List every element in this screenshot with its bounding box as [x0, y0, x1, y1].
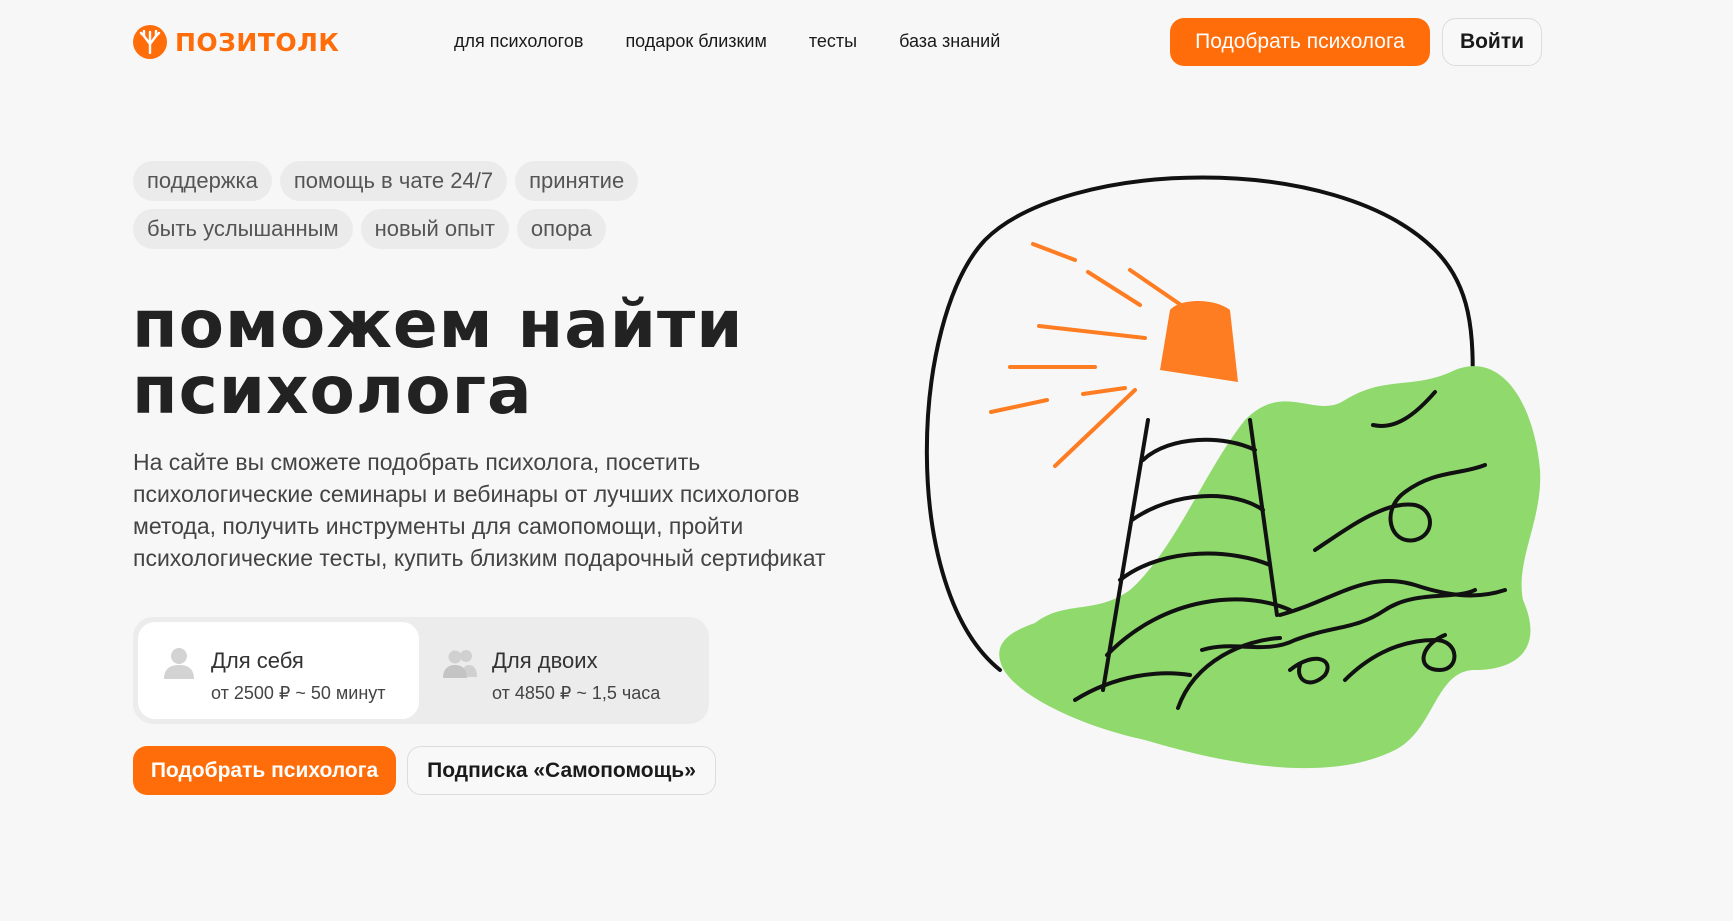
site-header: ПОЗИТОЛК для психологов подарок близким …	[0, 0, 1733, 88]
nav-knowledge-base[interactable]: база знаний	[899, 31, 1000, 52]
tag-list: поддержка помощь в чате 24/7 принятие бы…	[133, 161, 693, 249]
tag-item[interactable]: помощь в чате 24/7	[279, 161, 508, 201]
lighthouse-illustration	[924, 175, 1541, 769]
tree-icon	[133, 25, 167, 59]
nav-tests[interactable]: тесты	[809, 31, 857, 52]
tag-item[interactable]: поддержка	[133, 161, 272, 201]
couple-icon	[443, 650, 477, 678]
hero-title-line2: психолога	[132, 352, 533, 429]
self-help-subscription-button[interactable]: Подписка «Самопомощь»	[407, 746, 716, 795]
logo[interactable]: ПОЗИТОЛК	[133, 25, 339, 59]
tag-item[interactable]: новый опыт	[360, 209, 509, 249]
logo-text: ПОЗИТОЛК	[175, 27, 340, 57]
lamp-icon	[1160, 301, 1238, 382]
plan-for-two[interactable]: Для двоих от 4850 ₽ ~ 1,5 часа	[419, 622, 700, 719]
person-icon	[164, 648, 194, 679]
nav-gift[interactable]: подарок близким	[625, 31, 766, 52]
tag-item[interactable]: быть услышанным	[133, 209, 353, 249]
plan-name: Для себя	[211, 648, 304, 673]
main-nav: для психологов подарок близким тесты баз…	[454, 31, 1000, 52]
find-psychologist-button[interactable]: Подобрать психолога	[133, 746, 396, 795]
header-find-psychologist-button[interactable]: Подобрать психолога	[1170, 18, 1430, 66]
tag-item[interactable]: опора	[516, 209, 606, 249]
plan-price: от 2500 ₽ ~ 50 минут	[211, 683, 386, 703]
hero-title: поможем найти психолога	[132, 292, 832, 424]
plan-name: Для двоих	[492, 648, 598, 673]
tag-item[interactable]: принятие	[515, 161, 639, 201]
plan-selector: Для себя от 2500 ₽ ~ 50 минут Для двоих …	[133, 617, 709, 724]
nav-for-psychologists[interactable]: для психологов	[454, 31, 583, 52]
login-button[interactable]: Войти	[1442, 18, 1542, 66]
plan-for-self[interactable]: Для себя от 2500 ₽ ~ 50 минут	[138, 622, 419, 719]
hero-description: На сайте вы сможете подобрать психолога,…	[133, 449, 826, 571]
plan-price: от 4850 ₽ ~ 1,5 часа	[492, 683, 661, 703]
